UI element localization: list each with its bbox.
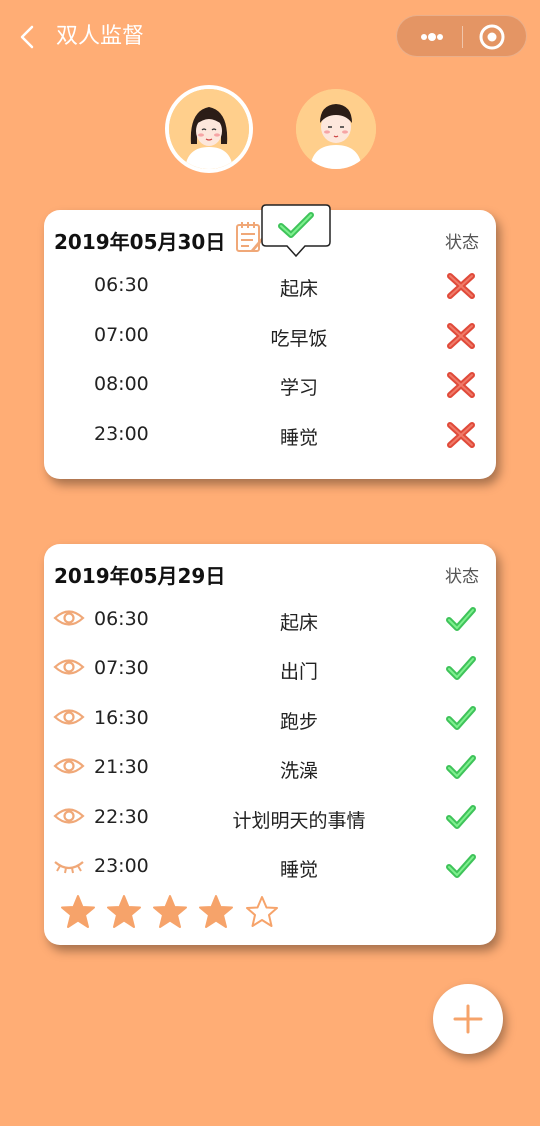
row-time: 07:00 [94,324,149,346]
row-time: 21:30 [94,756,149,778]
row-time: 06:30 [94,274,149,296]
eye-closed-icon[interactable] [52,852,86,878]
check-icon[interactable] [444,851,478,881]
cross-icon[interactable] [444,369,478,399]
cross-icon[interactable] [444,320,478,350]
row-time: 16:30 [94,707,149,729]
row-time: 07:30 [94,657,149,679]
schedule-row[interactable]: 23:00 睡觉 [44,415,496,455]
eye-open-icon[interactable] [52,605,86,631]
daily-plan-card: 2019年05月29日 状态 06:30 起床 07:30 出门 16:30 跑… [44,544,496,945]
eye-open-icon[interactable] [52,704,86,730]
cross-icon[interactable] [444,419,478,449]
check-icon[interactable] [444,802,478,832]
star-filled-icon[interactable] [152,894,188,930]
row-task: 洗澡 [279,760,318,782]
row-task: 跑步 [279,711,318,733]
nav-bar: 双人监督 [0,0,540,76]
star-filled-icon[interactable] [106,894,142,930]
row-time: 23:00 [94,855,149,877]
eye-open-icon[interactable] [52,654,86,680]
schedule-row[interactable]: 21:30 洗澡 [44,748,496,788]
row-task: 计划明天的事情 [232,810,366,832]
female-avatar[interactable] [165,85,253,173]
schedule-row[interactable]: 06:30 起床 [44,600,496,640]
row-task: 出门 [279,661,318,683]
schedule-row[interactable]: 23:00 睡觉 [44,847,496,887]
rating-stars[interactable] [60,894,285,930]
star-filled-icon[interactable] [60,894,96,930]
card-date: 2019年05月29日 [54,564,226,588]
back-arrow-icon[interactable] [14,22,42,52]
schedule-row[interactable]: 07:00 吃早饭 [44,316,496,356]
check-icon[interactable] [444,604,478,634]
check-icon[interactable] [444,703,478,733]
plus-icon [453,1004,483,1034]
add-plan-button[interactable] [433,984,503,1054]
schedule-row[interactable]: 22:30 计划明天的事情 [44,798,496,838]
status-header: 状态 [445,567,479,587]
page-title: 双人监督 [56,24,145,49]
row-task: 睡觉 [279,427,318,449]
row-time: 06:30 [94,608,149,630]
row-task: 学习 [279,377,318,399]
male-avatar[interactable] [296,89,376,169]
row-task: 起床 [279,612,318,634]
card-date: 2019年05月30日 [54,230,226,254]
row-task: 起床 [279,278,318,300]
check-icon[interactable] [444,653,478,683]
schedule-row[interactable]: 16:30 跑步 [44,699,496,739]
close-miniprogram-icon[interactable] [477,22,507,52]
status-header: 状态 [445,233,479,253]
capsule-divider [462,26,463,48]
cross-icon[interactable] [444,270,478,300]
schedule-row[interactable]: 07:30 出门 [44,649,496,689]
row-time: 23:00 [94,423,149,445]
schedule-row[interactable]: 06:30 起床 [44,266,496,306]
eye-open-icon[interactable] [52,753,86,779]
check-icon[interactable] [444,752,478,782]
row-time: 22:30 [94,806,149,828]
check-tooltip[interactable] [261,204,331,260]
row-time: 08:00 [94,373,149,395]
schedule-row[interactable]: 08:00 学习 [44,365,496,405]
mini-program-capsule [396,15,527,57]
star-empty-icon[interactable] [244,894,280,930]
row-task: 吃早饭 [270,328,328,350]
row-task: 睡觉 [279,859,318,881]
eye-open-icon[interactable] [52,803,86,829]
more-icon[interactable] [411,16,461,58]
star-filled-icon[interactable] [198,894,234,930]
